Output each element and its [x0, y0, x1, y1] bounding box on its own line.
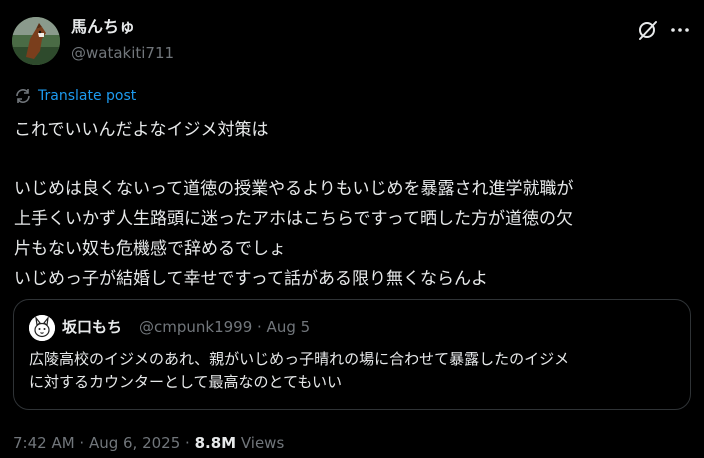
quoted-post-handle-date: @cmpunk1999 · Aug 5: [139, 318, 311, 336]
grok-icon[interactable]: [637, 19, 659, 41]
post-footer: 7:42 AM · Aug 6, 2025 · 8.8M Views: [13, 433, 284, 453]
more-icon[interactable]: [669, 19, 691, 41]
author-display-name[interactable]: 馬んちゅ: [71, 17, 135, 37]
author-handle[interactable]: @watakiti711: [71, 43, 174, 63]
quoted-post-text: 広陵高校のイジメのあれ、親がいじめっ子晴れの場に合わせて暴露したのイジメ に対す…: [29, 348, 679, 394]
quoted-post[interactable]: 坂口もち @cmpunk1999 · Aug 5 広陵高校のイジメのあれ、親がい…: [13, 299, 691, 410]
post-text: これでいいんだよなイジメ対策は いじめは良くないって道徳の授業やるよりもいじめを…: [14, 115, 694, 294]
post-timestamp[interactable]: 7:42 AM · Aug 6, 2025 ·: [13, 434, 195, 452]
avatar-image: [12, 17, 60, 65]
post-text-line: [14, 145, 694, 174]
translate-icon: [14, 87, 32, 105]
quoted-post-avatar[interactable]: [29, 315, 55, 341]
quoted-post-text-line: に対するカウンターとして最高なのとてもいい: [29, 373, 343, 391]
quoted-post-text-line: 広陵高校のイジメのあれ、親がいじめっ子晴れの場に合わせて暴露したのイジメ: [29, 350, 570, 368]
post: 馬んちゅ @watakiti711 Translate post これでいいんだ…: [0, 0, 704, 458]
quoted-post-display-name: 坂口もち: [62, 318, 123, 336]
translate-post-button[interactable]: Translate post: [14, 86, 136, 106]
translate-post-label: Translate post: [38, 88, 137, 104]
post-text-line: これでいいんだよなイジメ対策は: [14, 120, 269, 140]
post-text-line: 上手くいかず人生路頭に迷ったアホはこちらですって晒した方が道徳の欠: [14, 209, 573, 229]
quoted-avatar-image: [29, 315, 55, 341]
views-count[interactable]: 8.8M: [195, 434, 237, 452]
post-text-line: 片もない奴も危機感で辞めるでしょ: [14, 239, 286, 259]
avatar[interactable]: [12, 17, 60, 65]
views-label: Views: [236, 434, 285, 452]
post-text-line: いじめは良くないって道徳の授業やるよりもいじめを暴露され進学就職が: [14, 179, 574, 199]
post-text-line: いじめっ子が結婚して幸せですって話がある限り無くならんよ: [14, 269, 488, 289]
